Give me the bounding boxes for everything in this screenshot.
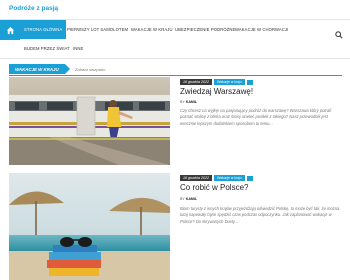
post-meta: 16 grudnia 2022 Wakacje w kraju	[180, 79, 253, 85]
post-meta: 16 grudnia 2022 Wakacje w kraju	[180, 175, 253, 181]
post-category[interactable]: Wakacje w kraju	[213, 175, 245, 181]
section-header: WAKACJE W KRAJU Zobacz wszystko	[9, 64, 342, 76]
nav-item-inne[interactable]: INNE	[73, 46, 83, 51]
post-author: BY KAMIL	[180, 100, 197, 104]
author-name[interactable]: KAMIL	[186, 197, 197, 201]
post-category[interactable]: Wakacje w kraju	[213, 79, 245, 85]
comment-icon[interactable]	[246, 79, 253, 85]
post-author: BY KAMIL	[180, 197, 197, 201]
train-photo	[9, 77, 170, 165]
comment-icon[interactable]	[246, 175, 253, 181]
nav-item-wakacje-w-kraju[interactable]: WAKACJE W KRAJU	[131, 27, 173, 32]
post-date: 16 grudnia 2022	[180, 175, 212, 181]
post-title[interactable]: Zwiedzaj Warszawę!	[180, 87, 253, 96]
post-date: 16 grudnia 2022	[180, 79, 212, 85]
beach-photo	[9, 173, 170, 280]
post-card: 16 grudnia 2022 Wakacje w kraju Zwiedzaj…	[9, 77, 342, 169]
home-icon	[6, 26, 14, 34]
section-tag[interactable]: WAKACJE W KRAJU	[9, 64, 70, 74]
home-button[interactable]	[0, 20, 20, 40]
author-prefix: BY	[180, 100, 185, 104]
nav-item-pierwszy-lot[interactable]: PIERWSZY LOT SAMOLOTEM	[67, 27, 128, 32]
author-name[interactable]: KAMIL	[186, 100, 197, 104]
post-excerpt: Biorn turysty z innych krajów przyjeżdża…	[180, 206, 340, 224]
post-card: 16 grudnia 2022 Wakacje w kraju Co robić…	[9, 173, 342, 280]
site-header: Podróże z pasją	[0, 0, 350, 18]
nav-item-strona-glowna[interactable]: STRONA GŁÓWNA	[20, 20, 67, 39]
post-thumbnail-train[interactable]	[9, 77, 170, 165]
post-title[interactable]: Co robić w Polsce?	[180, 183, 248, 192]
main-navigation: STRONA GŁÓWNA PIERWSZY LOT SAMOLOTEM WAK…	[0, 19, 350, 59]
site-title[interactable]: Podróże z pasją	[9, 5, 58, 12]
post-excerpt: Czy chcesz na wyjkę! na pasjonujący podr…	[180, 108, 332, 126]
nav-item-budem-przez-swiat[interactable]: BUDEM PRZEZ ŚWIAT	[24, 46, 70, 51]
author-prefix: BY	[180, 197, 185, 201]
post-thumbnail-beach[interactable]	[9, 173, 170, 280]
search-button[interactable]	[335, 26, 343, 39]
nav-item-wakacje-w-chorwacji[interactable]: WAKACJE W CHORWACJI	[235, 27, 288, 32]
nav-item-ubezpieczenie[interactable]: UBEZPIECZENIE PODRÓŻNE	[175, 27, 235, 32]
section-view-all-link[interactable]: Zobacz wszystko	[75, 67, 105, 72]
search-icon	[335, 31, 343, 39]
